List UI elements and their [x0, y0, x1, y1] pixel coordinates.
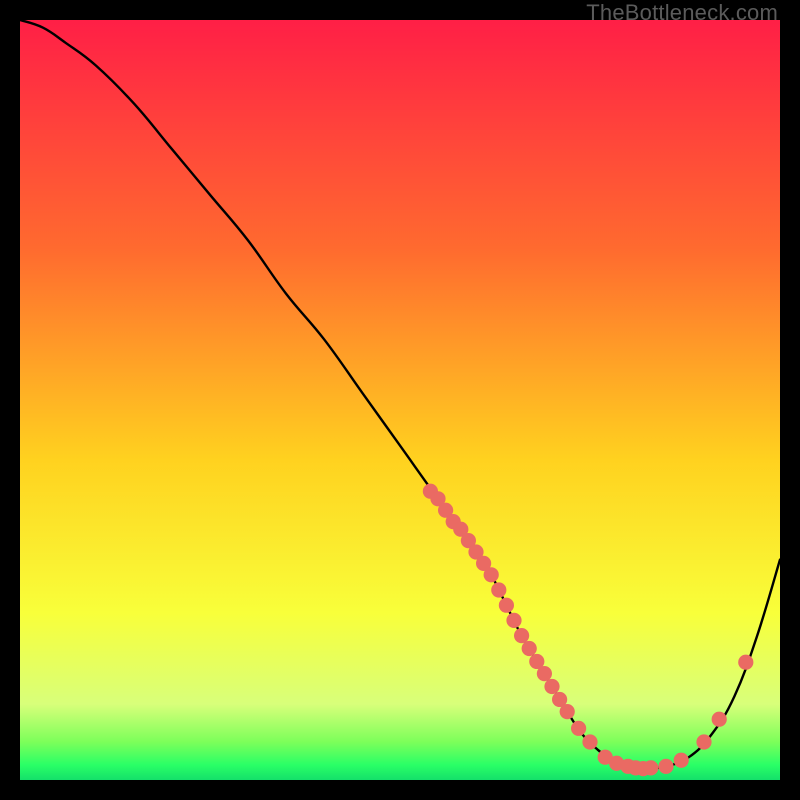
- curve-marker: [560, 704, 575, 719]
- curve-marker: [522, 641, 537, 656]
- curve-marker: [484, 567, 499, 582]
- curve-marker: [571, 721, 586, 736]
- curve-marker: [674, 753, 689, 768]
- curve-marker: [738, 655, 753, 670]
- chart-svg: [20, 20, 780, 780]
- curve-marker: [506, 613, 521, 628]
- curve-marker: [491, 582, 506, 597]
- curve-marker: [499, 598, 514, 613]
- curve-marker: [537, 666, 552, 681]
- curve-marker: [514, 628, 529, 643]
- chart-frame: [20, 20, 780, 780]
- curve-marker: [643, 760, 658, 775]
- curve-marker: [712, 712, 727, 727]
- curve-marker: [658, 759, 673, 774]
- curve-marker: [582, 734, 597, 749]
- gradient-background: [20, 20, 780, 780]
- watermark-text: TheBottleneck.com: [586, 0, 778, 26]
- curve-marker: [696, 734, 711, 749]
- curve-marker: [544, 679, 559, 694]
